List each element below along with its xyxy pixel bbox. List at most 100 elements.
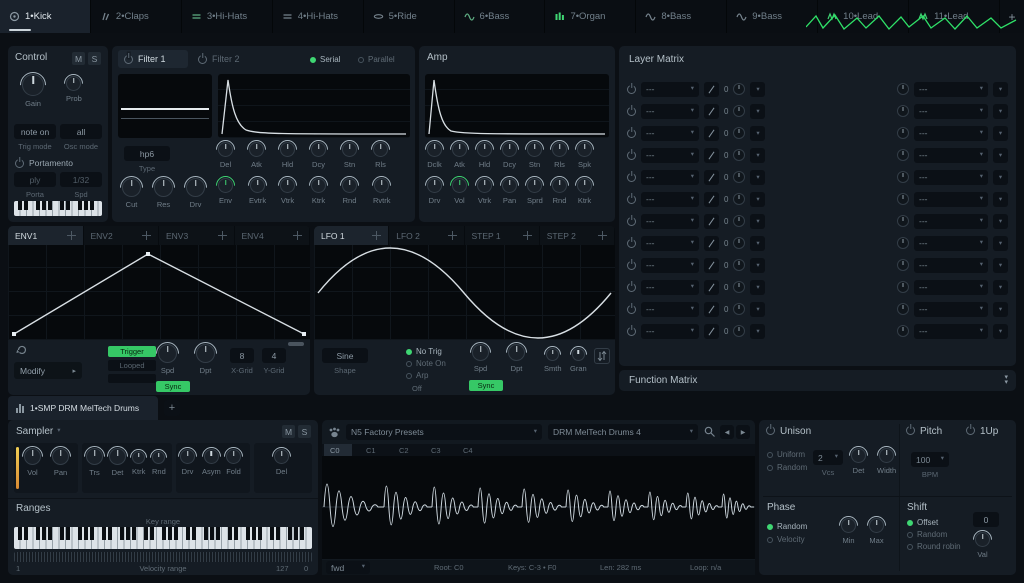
rls-knob[interactable]	[373, 142, 388, 157]
ygrid-select[interactable]: 4	[262, 348, 286, 363]
tab-bass-2[interactable]: 8•Bass	[636, 0, 727, 33]
power-icon[interactable]	[627, 217, 636, 226]
mod-menu-button[interactable]: ▾	[993, 148, 1008, 163]
tab-env4[interactable]: ENV4	[235, 226, 311, 245]
dpt-knob[interactable]	[196, 344, 215, 363]
mod-menu-button[interactable]: ▾	[750, 104, 765, 119]
mod-source-select[interactable]: ---▾	[641, 126, 699, 141]
tab-kick[interactable]: 1•Kick	[0, 0, 91, 33]
mod-depth-knob[interactable]	[897, 149, 909, 161]
vtrk-knob[interactable]	[477, 178, 492, 193]
mod-depth-knob[interactable]	[733, 127, 745, 139]
preset-bank-select[interactable]: N5 Factory Presets▾	[346, 424, 542, 440]
mod-menu-button[interactable]: ▾	[993, 192, 1008, 207]
rnd-knob[interactable]	[552, 178, 567, 193]
ktrk-knob[interactable]	[577, 178, 592, 193]
rls-knob[interactable]	[552, 142, 567, 157]
mod-source-select[interactable]: ---▾	[641, 82, 699, 97]
lfo-editor-display[interactable]	[314, 245, 615, 340]
mute-button[interactable]: M	[282, 425, 295, 438]
mod-depth-knob[interactable]	[897, 325, 909, 337]
vol-knob[interactable]	[452, 178, 467, 193]
curve-icon[interactable]	[704, 214, 719, 229]
mod-depth-knob[interactable]	[733, 237, 745, 249]
sample-tab[interactable]: 1•SMP DRM MelTech Drums	[8, 396, 158, 420]
mod-depth-knob[interactable]	[733, 83, 745, 95]
tab-ride[interactable]: 5•Ride	[364, 0, 455, 33]
mod-depth-knob[interactable]	[733, 149, 745, 161]
mod-menu-button[interactable]: ▾	[750, 324, 765, 339]
move-icon[interactable]	[372, 231, 381, 240]
random-radio[interactable]: Random	[767, 463, 807, 472]
add-layer-button[interactable]: +	[164, 400, 180, 416]
mod-menu-button[interactable]: ▾	[993, 324, 1008, 339]
mod-source-select[interactable]: ---▾	[641, 104, 699, 119]
mod-depth-knob[interactable]	[733, 215, 745, 227]
dcy-knob[interactable]	[311, 142, 326, 157]
power-icon[interactable]	[966, 426, 975, 435]
bpm-select[interactable]: 100▾	[911, 452, 949, 467]
mod-menu-button[interactable]: ▾	[993, 302, 1008, 317]
mod-menu-button[interactable]: ▾	[750, 148, 765, 163]
stn-knob[interactable]	[342, 142, 357, 157]
prev-preset-button[interactable]: ◀	[720, 425, 734, 439]
preset-select[interactable]: DRM MelTech Drums 4▾	[548, 424, 698, 440]
filter-type-select[interactable]: hp6	[124, 146, 170, 161]
arp-radio[interactable]: Arp	[406, 371, 428, 380]
power-icon[interactable]	[627, 129, 636, 138]
curve-icon[interactable]	[704, 280, 719, 295]
mod-target-select[interactable]: ---▾	[914, 302, 988, 317]
power-icon[interactable]	[627, 327, 636, 336]
power-icon[interactable]	[627, 283, 636, 292]
evtrk-knob[interactable]	[250, 178, 265, 193]
mod-menu-button[interactable]: ▾	[750, 170, 765, 185]
move-icon[interactable]	[523, 231, 532, 240]
curve-icon[interactable]	[704, 192, 719, 207]
trs-knob[interactable]	[86, 448, 103, 465]
max-knob[interactable]	[869, 518, 884, 533]
move-icon[interactable]	[293, 231, 302, 240]
curve-icon[interactable]	[704, 148, 719, 163]
tab-organ[interactable]: 7•Organ	[545, 0, 636, 33]
sync-badge[interactable]: Sync	[156, 381, 190, 392]
mod-target-select[interactable]: ---▾	[914, 170, 988, 185]
filter1-tab[interactable]: Filter 1	[118, 50, 188, 68]
min-knob[interactable]	[841, 518, 856, 533]
tab-step1[interactable]: STEP 1	[465, 226, 540, 245]
mod-target-select[interactable]: ---▾	[914, 236, 988, 251]
mod-depth-knob[interactable]	[897, 215, 909, 227]
osc-mode-select[interactable]: all	[60, 124, 102, 139]
t ab-step2[interactable]: STEP 2	[540, 226, 615, 245]
round-robin-radio[interactable]: Round robin	[907, 542, 961, 551]
curve-icon[interactable]	[704, 258, 719, 273]
mod-depth-knob[interactable]	[897, 193, 909, 205]
mute-button[interactable]: M	[72, 52, 85, 65]
atk-knob[interactable]	[452, 142, 467, 157]
mode-badge[interactable]	[108, 374, 156, 383]
dpt-knob[interactable]	[508, 344, 525, 361]
val-knob[interactable]	[975, 532, 990, 547]
vtrk-knob[interactable]	[280, 178, 295, 193]
move-icon[interactable]	[448, 231, 457, 240]
power-icon[interactable]	[627, 195, 636, 204]
env-knob[interactable]	[218, 178, 233, 193]
mod-depth-knob[interactable]	[897, 127, 909, 139]
power-icon[interactable]	[627, 151, 636, 160]
mod-menu-button[interactable]: ▾	[750, 82, 765, 97]
mod-depth-knob[interactable]	[733, 193, 745, 205]
mod-depth-knob[interactable]	[897, 171, 909, 183]
mod-depth-knob[interactable]	[897, 237, 909, 249]
tab-bass-1[interactable]: 6•Bass	[455, 0, 546, 33]
power-icon[interactable]	[198, 55, 207, 64]
power-icon[interactable]	[627, 239, 636, 248]
mod-source-select[interactable]: ---▾	[641, 214, 699, 229]
mod-menu-button[interactable]: ▾	[993, 280, 1008, 295]
mod-depth-knob[interactable]	[897, 83, 909, 95]
xgrid-select[interactable]: 8	[230, 348, 254, 363]
offset-radio[interactable]: Offset	[907, 518, 938, 527]
shift-random-radio[interactable]: Random	[907, 530, 947, 539]
prob-knob[interactable]	[66, 76, 81, 91]
mod-menu-button[interactable]: ▾	[993, 126, 1008, 141]
mod-depth-knob[interactable]	[733, 325, 745, 337]
mod-depth-knob[interactable]	[733, 303, 745, 315]
